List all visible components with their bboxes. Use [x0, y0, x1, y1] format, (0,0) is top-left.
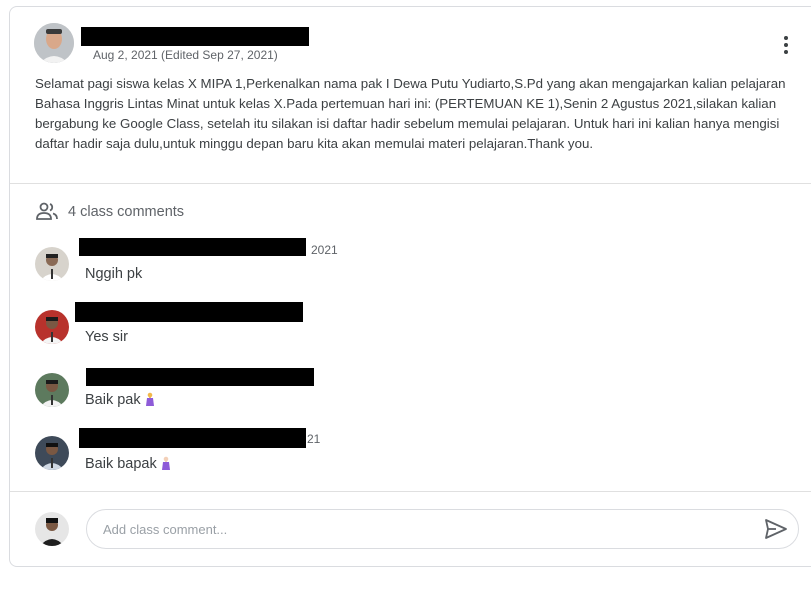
comment-text: Baik pak [85, 392, 156, 410]
comments-count[interactable]: 4 class comments [68, 204, 184, 220]
commenter-avatar [35, 436, 69, 470]
commenter-name-redacted [75, 302, 303, 322]
commenter-avatar [35, 310, 69, 344]
post-body: Selamat pagi siswa kelas X MIPA 1,Perken… [35, 76, 786, 151]
comment-text: Nggih pk [85, 266, 143, 282]
post-date: Aug 2, 2021 (Edited Sep 27, 2021) [93, 48, 278, 62]
post-divider [10, 183, 811, 184]
author-avatar [34, 23, 74, 63]
people-icon [35, 201, 59, 223]
comment-text-label: Baik pak [85, 392, 141, 408]
author-name-redacted [81, 27, 309, 46]
comment-text-label: Baik bapak [85, 456, 157, 472]
commenter-name-redacted [79, 428, 306, 448]
add-comment-input[interactable] [86, 509, 799, 549]
comment-timestamp: 21 [307, 432, 321, 446]
current-user-avatar [35, 512, 69, 546]
send-icon[interactable] [764, 518, 788, 540]
comment-timestamp: 2021 [311, 243, 338, 257]
praying-hands-emoji-icon [160, 456, 172, 474]
commenter-name-redacted [79, 238, 306, 256]
announcement-card: Aug 2, 2021 (Edited Sep 27, 2021) Selama… [9, 6, 811, 567]
comments-divider [10, 491, 811, 492]
commenter-avatar [35, 373, 69, 407]
comment-text: Yes sir [85, 329, 128, 345]
commenter-name-redacted [86, 368, 314, 386]
commenter-avatar [35, 247, 69, 281]
comment-text: Baik bapak [85, 456, 172, 474]
more-options-icon[interactable] [776, 32, 796, 58]
praying-hands-emoji-icon [144, 392, 156, 410]
